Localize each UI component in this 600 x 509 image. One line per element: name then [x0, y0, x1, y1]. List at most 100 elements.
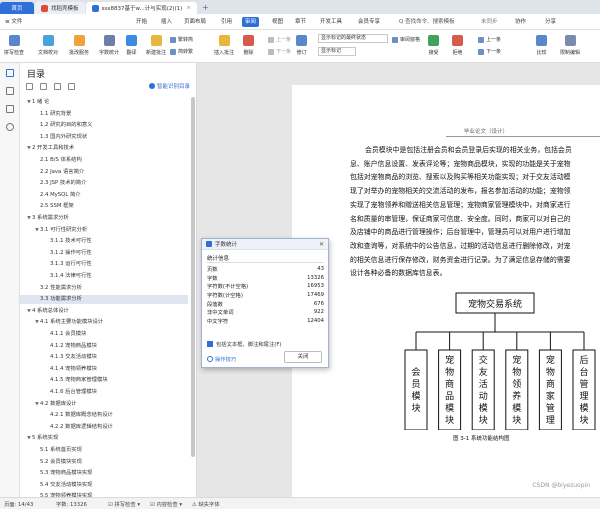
toc-item[interactable]: 3.2 性能需求分析: [20, 284, 188, 293]
lock-icon: [564, 35, 576, 46]
toc-item[interactable]: 5.4 交友活动模块实现: [20, 481, 188, 490]
next-comment-button[interactable]: 下一条: [268, 48, 291, 55]
smart-toc-button[interactable]: 智能识别目录: [148, 82, 190, 90]
menu-item-chapter[interactable]: 章节: [292, 17, 309, 27]
toc-item[interactable]: 4.1.1 会员模块: [20, 330, 188, 339]
content-check-status[interactable]: ☑ 内容检查 ▾: [150, 500, 182, 508]
close-icon[interactable]: ✕: [319, 241, 324, 248]
toc-item[interactable]: 4.2.2 数据库逻辑结构设计: [20, 423, 188, 432]
markup-display-select[interactable]: 显示标记的最终状态: [318, 34, 388, 43]
delete-comment-button[interactable]: 删除: [243, 35, 254, 56]
next-change-button[interactable]: 下一条: [478, 48, 501, 55]
word-count-status[interactable]: 字数: 13326: [56, 500, 87, 508]
toc-item[interactable]: ▼ 4.2 数据库设计: [20, 400, 188, 409]
toc-item[interactable]: 1.3 国内外研究现状: [20, 133, 188, 142]
insert-comment-button[interactable]: 插入批注: [214, 35, 234, 56]
word-count-button[interactable]: 字数统计: [99, 35, 119, 56]
toc-scrollbar[interactable]: [191, 97, 195, 457]
menu-item-view[interactable]: 视图: [269, 17, 286, 27]
toc-item[interactable]: ▼ 2 开发工具和技术: [20, 144, 188, 153]
toc-item[interactable]: 1.1 研究背景: [20, 110, 188, 119]
menu-item-page-layout[interactable]: 页面布局: [181, 17, 209, 27]
toc-item[interactable]: 2.5 SSM 框架: [20, 202, 188, 211]
simp-to-trad-button[interactable]: 简转繁: [170, 48, 193, 55]
menu-item-member[interactable]: 会员专享: [355, 17, 383, 27]
prev-comment-button[interactable]: 上一条: [268, 36, 291, 43]
toc-item[interactable]: 3.1.1 技术可行性: [20, 237, 188, 246]
toc-item[interactable]: 2.3 JSP 技术的简介: [20, 179, 188, 188]
chapter-icon[interactable]: [6, 87, 14, 95]
toc-item[interactable]: ▼ 4.1 系统主要功能模块设计: [20, 318, 188, 327]
include-textbox-checkbox[interactable]: 包括文本框、脚注和尾注(F): [207, 340, 281, 348]
file-menu[interactable]: ≡ 文件: [2, 17, 25, 27]
close-button[interactable]: 关闭: [284, 351, 322, 363]
menu-item-reference[interactable]: 引用: [218, 17, 235, 27]
prev-change-button[interactable]: 上一条: [478, 36, 501, 43]
delete-icon: [243, 35, 254, 46]
toc-item-label: 4.1.5 宠物商家管理模块: [50, 377, 108, 384]
toc-item[interactable]: 4.1.2 宠物商品模块: [20, 342, 188, 351]
new-tab-icon[interactable]: +: [202, 3, 209, 12]
show-markup-select[interactable]: 显示标记: [318, 47, 356, 56]
collapse-all-icon[interactable]: [40, 83, 47, 90]
menu-item-start[interactable]: 开始: [133, 17, 150, 27]
stat-label: 字符数(不计空格): [207, 284, 249, 291]
toc-item[interactable]: ▼ 1 绪 论: [20, 98, 188, 107]
search-command[interactable]: Q 查找命令、搜索模板: [396, 17, 458, 27]
toc-item[interactable]: 3.3 功能需求分析: [20, 295, 188, 305]
spell-check-button[interactable]: 拼写检查: [4, 35, 24, 56]
compare-button[interactable]: 比较: [536, 35, 547, 56]
reject-button[interactable]: 拒绝: [452, 35, 463, 56]
correction-service-button[interactable]: 批改服务: [69, 35, 89, 56]
collab-button[interactable]: 协作: [512, 17, 529, 27]
toc-item[interactable]: ▼ 3 系统需求分析: [20, 214, 188, 223]
missing-font-status[interactable]: ⚠ 缺失字体: [192, 500, 220, 508]
toc-item[interactable]: 2.4 MySQL 简介: [20, 191, 188, 200]
trad-to-simp-button[interactable]: 繁转简: [170, 36, 193, 43]
toc-item[interactable]: 1.2 研究的目的和意义: [20, 121, 188, 130]
toc-item[interactable]: 2.2 Java 语言简介: [20, 168, 188, 177]
tab-document[interactable]: ssx8837基于w...计与实现(2)(1) ×: [85, 2, 197, 14]
dialog-title-bar[interactable]: 字数统计 ✕: [202, 239, 328, 250]
toc-item[interactable]: 4.2.1 数据库概念结构设计: [20, 411, 188, 420]
toc-item[interactable]: 3.1.4 法律可行性: [20, 272, 188, 281]
toc-item[interactable]: 5.2 会员模块实现: [20, 458, 188, 467]
toc-item[interactable]: 4.1.4 宠物领养模块: [20, 365, 188, 374]
expand-all-icon[interactable]: [26, 83, 33, 90]
toc-item[interactable]: ▼ 4 系统总体设计: [20, 307, 188, 316]
toc-item[interactable]: 4.1.3 交友活动模块: [20, 353, 188, 362]
bookmark-icon[interactable]: [6, 105, 14, 113]
toc-item[interactable]: 5.3 宠物商品模块实现: [20, 469, 188, 478]
translate-button[interactable]: 翻译: [126, 35, 137, 56]
menu-item-developer[interactable]: 开发工具: [317, 17, 345, 27]
toc-item[interactable]: ▼ 5 系统实现: [20, 434, 188, 443]
toc-item[interactable]: ▼ 3.1 可行性研究分析: [20, 226, 188, 235]
spell-check-status[interactable]: ☑ 拼写检查 ▾: [108, 500, 140, 508]
toc-icon[interactable]: [6, 69, 14, 77]
tips-link[interactable]: 操作技巧: [207, 355, 236, 363]
remove-heading-icon[interactable]: [68, 83, 75, 90]
proofread-button[interactable]: 文档校对: [38, 35, 58, 56]
close-tab-icon[interactable]: ×: [186, 5, 191, 11]
toc-item[interactable]: 3.1.3 运行可行性: [20, 260, 188, 269]
add-heading-icon[interactable]: [54, 83, 61, 90]
review-pane-button[interactable]: 审阅窗格: [392, 36, 420, 43]
tab-template[interactable]: 找稻壳模板: [35, 2, 85, 14]
toc-item[interactable]: 5.1 系统首页实现: [20, 446, 188, 455]
tab-home[interactable]: 首页: [0, 2, 34, 14]
accept-button[interactable]: 接受: [428, 35, 439, 56]
share-button[interactable]: 分享: [542, 17, 559, 27]
new-comment-button[interactable]: 新建批注: [146, 35, 166, 56]
sync-status[interactable]: 未同步: [478, 17, 501, 27]
track-changes-button[interactable]: 修订: [296, 35, 307, 56]
restrict-editing-button[interactable]: 限制编辑: [560, 35, 580, 56]
menu-item-insert[interactable]: 插入: [158, 17, 175, 27]
toc-item[interactable]: 4.1.5 宠物商家管理模块: [20, 376, 188, 385]
toc-item[interactable]: 4.1.6 后台管理模块: [20, 388, 188, 397]
search-icon[interactable]: [6, 123, 14, 131]
toc-item-label: 3.1.3 运行可行性: [50, 261, 92, 268]
toc-item[interactable]: 2.1 B/S 体系结构: [20, 156, 188, 165]
menu-item-review[interactable]: 审阅: [242, 17, 260, 27]
toc-item[interactable]: 3.1.2 操作可行性: [20, 249, 188, 258]
page-indicator[interactable]: 页面: 14/43: [4, 500, 33, 508]
